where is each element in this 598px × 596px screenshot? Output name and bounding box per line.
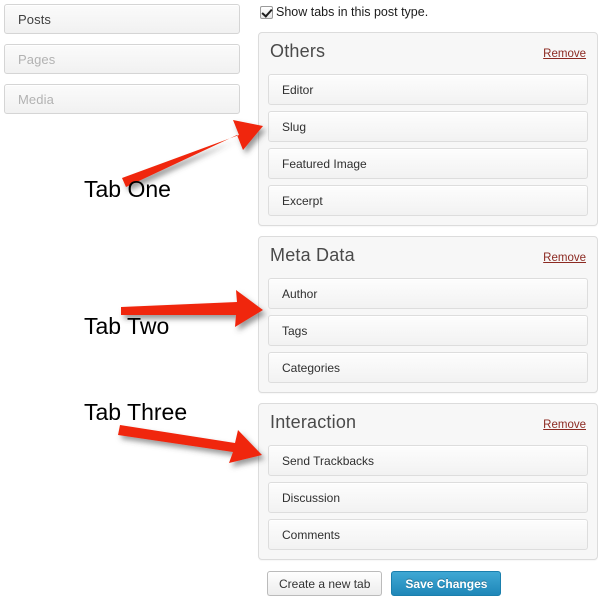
panel-title: Meta Data (270, 245, 355, 265)
tab-panel-interaction: Interaction Remove Send Trackbacks Discu… (258, 403, 598, 560)
field-item[interactable]: Featured Image (268, 148, 588, 179)
panel-header: Meta Data Remove (268, 245, 588, 272)
post-type-item-posts[interactable]: Posts (4, 4, 240, 34)
annotation-label-tab-one: Tab One (84, 176, 171, 202)
post-type-item-pages[interactable]: Pages (4, 44, 240, 74)
panel-title: Others (270, 41, 326, 61)
field-item[interactable]: Excerpt (268, 185, 588, 216)
tab-panel-others: Others Remove Editor Slug Featured Image… (258, 32, 598, 226)
annotation-label-tab-three: Tab Three (84, 399, 188, 425)
panel-header: Interaction Remove (268, 412, 588, 439)
panel-title: Interaction (270, 412, 357, 432)
field-item[interactable]: Slug (268, 111, 588, 142)
post-type-label: Media (18, 92, 54, 107)
create-new-tab-button[interactable]: Create a new tab (267, 571, 383, 596)
remove-tab-link[interactable]: Remove (543, 48, 586, 60)
field-item[interactable]: Editor (268, 74, 588, 105)
save-changes-button[interactable]: Save Changes (391, 571, 502, 596)
post-type-label: Pages (18, 52, 56, 67)
post-type-item-media[interactable]: Media (4, 84, 240, 114)
footer-button-bar: Create a new tab Save Changes (258, 571, 598, 596)
panel-header: Others Remove (268, 41, 588, 68)
remove-tab-link[interactable]: Remove (543, 252, 586, 264)
post-type-list: Posts Pages Media (4, 4, 240, 124)
annotation-arrow-one (122, 120, 263, 187)
field-item[interactable]: Tags (268, 315, 588, 346)
annotation-label-tab-two: Tab Two (84, 313, 170, 339)
field-item[interactable]: Author (268, 278, 588, 309)
annotation-arrow-three (118, 425, 262, 463)
tab-configuration-panel: Show tabs in this post type. Others Remo… (258, 0, 598, 596)
show-tabs-label: Show tabs in this post type. (276, 5, 429, 19)
field-item[interactable]: Comments (268, 519, 588, 550)
tab-panel-meta-data: Meta Data Remove Author Tags Categories (258, 236, 598, 393)
annotation-arrow-two (121, 290, 263, 327)
remove-tab-link[interactable]: Remove (543, 419, 586, 431)
show-tabs-checkbox[interactable] (260, 5, 273, 19)
field-item[interactable]: Categories (268, 352, 588, 383)
post-type-label: Posts (18, 12, 52, 27)
field-item[interactable]: Discussion (268, 482, 588, 513)
field-item[interactable]: Send Trackbacks (268, 445, 588, 476)
show-tabs-row[interactable]: Show tabs in this post type. (258, 0, 598, 22)
